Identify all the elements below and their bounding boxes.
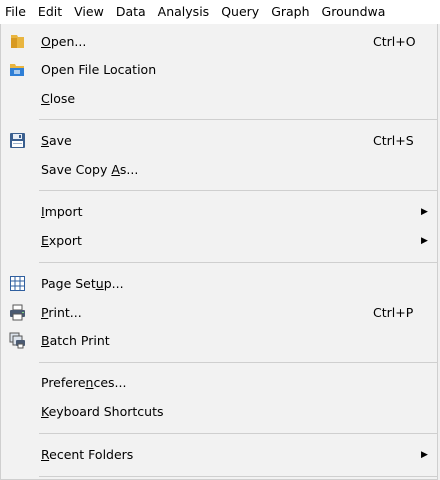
menu-item-print[interactable]: Print... Ctrl+P bbox=[1, 299, 437, 327]
page-setup-icon bbox=[9, 275, 26, 292]
submenu-arrow-icon: ▶ bbox=[421, 236, 428, 246]
batch-print-icon bbox=[9, 332, 26, 349]
menu-item-label: Page Setup... bbox=[41, 276, 124, 291]
menu-item-label: Preferences... bbox=[41, 375, 127, 390]
menu-item-save[interactable]: Save Ctrl+S bbox=[1, 127, 437, 155]
menu-graph[interactable]: Graph bbox=[265, 0, 315, 24]
menu-separator bbox=[39, 262, 437, 263]
menu-separator bbox=[39, 362, 437, 363]
menu-item-export[interactable]: Export ▶ bbox=[1, 227, 437, 255]
menu-analysis[interactable]: Analysis bbox=[152, 0, 216, 24]
menu-item-preferences[interactable]: Preferences... bbox=[1, 369, 437, 397]
submenu-arrow-icon: ▶ bbox=[421, 450, 428, 460]
menu-item-label: Print... bbox=[41, 305, 82, 320]
menu-item-label: Save Copy As... bbox=[41, 162, 139, 177]
menu-item-close[interactable]: Close bbox=[1, 85, 437, 113]
menu-item-open[interactable]: Open... Ctrl+O bbox=[1, 28, 437, 56]
menu-item-label: Save bbox=[41, 133, 72, 148]
shortcut-text: Ctrl+P bbox=[373, 305, 414, 320]
file-menu-dropdown: Open... Ctrl+O Open File Location Close bbox=[0, 24, 438, 480]
menu-edit[interactable]: Edit bbox=[32, 0, 68, 24]
menu-item-label: Keyboard Shortcuts bbox=[41, 404, 164, 419]
menu-separator bbox=[39, 190, 437, 191]
menu-item-label: Close bbox=[41, 91, 76, 106]
menu-view[interactable]: View bbox=[68, 0, 110, 24]
submenu-arrow-icon: ▶ bbox=[421, 207, 428, 217]
menu-groundwater[interactable]: Groundwa bbox=[316, 0, 392, 24]
menu-data[interactable]: Data bbox=[110, 0, 152, 24]
menu-item-label: Export bbox=[41, 233, 82, 248]
menu-item-label: Open File Location bbox=[41, 62, 157, 77]
menu-item-label: Import bbox=[41, 204, 83, 219]
menu-bar: File Edit View Data Analysis Query Graph… bbox=[0, 0, 440, 24]
menu-separator bbox=[39, 476, 437, 477]
menu-item-save-copy-as[interactable]: Save Copy As... bbox=[1, 156, 437, 184]
menu-item-page-setup[interactable]: Page Setup... bbox=[1, 270, 437, 298]
floppy-disk-icon bbox=[9, 132, 26, 149]
menu-item-import[interactable]: Import ▶ bbox=[1, 198, 437, 226]
menu-separator bbox=[39, 433, 437, 434]
menu-item-label: Open... bbox=[41, 34, 87, 49]
menu-item-keyboard-shortcuts[interactable]: Keyboard Shortcuts bbox=[1, 398, 437, 426]
menu-item-recent-folders[interactable]: Recent Folders ▶ bbox=[1, 441, 437, 469]
shortcut-text: Ctrl+O bbox=[373, 34, 416, 49]
menu-query[interactable]: Query bbox=[215, 0, 265, 24]
shortcut-text: Ctrl+S bbox=[373, 133, 414, 148]
folder-icon bbox=[9, 33, 26, 50]
menu-item-label: Recent Folders bbox=[41, 447, 134, 462]
menu-file[interactable]: File bbox=[0, 0, 32, 24]
folder-location-icon bbox=[9, 61, 26, 78]
menu-item-batch-print[interactable]: Batch Print bbox=[1, 327, 437, 355]
menu-separator bbox=[39, 119, 437, 120]
menu-item-open-file-location[interactable]: Open File Location bbox=[1, 56, 437, 84]
printer-icon bbox=[9, 304, 26, 321]
menu-item-label: Batch Print bbox=[41, 333, 110, 348]
